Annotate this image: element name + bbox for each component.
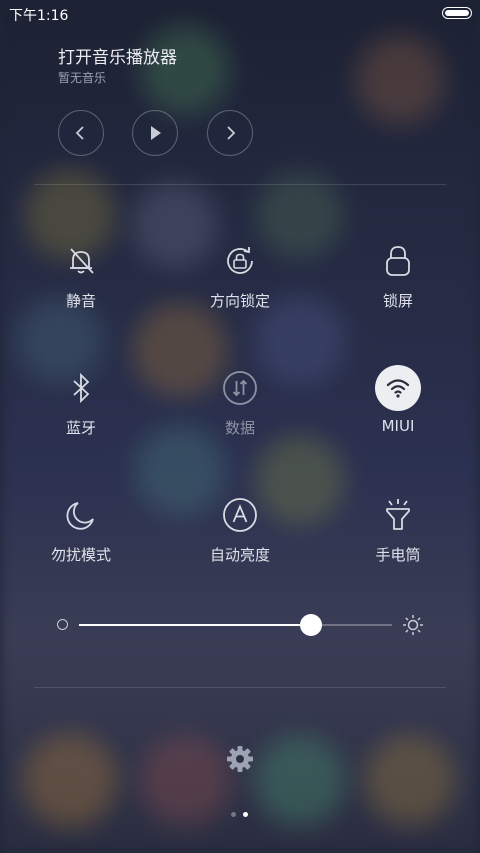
toggle-rotation-lock[interactable]: 方向锁定 (180, 238, 300, 328)
flashlight-icon (375, 492, 421, 538)
toggle-wifi[interactable]: MIUI (338, 365, 458, 455)
bell-mute-icon (58, 238, 104, 284)
page-indicator-1 (231, 812, 236, 817)
status-bar: 下午1:16 (0, 0, 480, 28)
toggle-label: MIUI (381, 417, 415, 435)
brightness-high-icon (403, 615, 423, 635)
divider-top (34, 184, 446, 185)
gear-icon[interactable] (225, 744, 255, 774)
next-icon (227, 126, 236, 140)
moon-icon (58, 492, 104, 538)
brightness-low-icon (57, 619, 68, 630)
toggle-auto-brightness[interactable]: 自动亮度 (180, 492, 300, 582)
toggle-flashlight[interactable]: 手电筒 (338, 492, 458, 582)
toggle-label: 静音 (65, 292, 96, 310)
wifi-icon (375, 365, 421, 411)
toggle-mute[interactable]: 静音 (21, 238, 141, 328)
music-player-subtitle: 暂无音乐 (58, 71, 107, 85)
auto-brightness-icon (217, 492, 263, 538)
toggle-mobile-data[interactable]: 数据 (180, 365, 300, 455)
battery-icon (442, 7, 472, 19)
toggle-label: 手电筒 (375, 546, 421, 564)
brightness-slider[interactable] (79, 614, 392, 636)
toggle-do-not-disturb[interactable]: 勿扰模式 (21, 492, 141, 582)
music-player-title[interactable]: 打开音乐播放器 (58, 43, 177, 68)
toggle-lock-screen[interactable]: 锁屏 (338, 238, 458, 328)
toggle-label: 方向锁定 (209, 292, 270, 310)
toggle-label: 蓝牙 (65, 419, 96, 437)
next-button[interactable] (207, 110, 253, 156)
rotation-lock-icon (217, 238, 263, 284)
status-time: 下午1:16 (9, 8, 69, 24)
previous-button[interactable] (58, 110, 104, 156)
previous-icon (75, 126, 84, 140)
toggle-label: 数据 (224, 419, 255, 437)
brightness-slider-fill (79, 624, 311, 626)
toggle-label: 自动亮度 (209, 546, 270, 564)
play-icon (151, 126, 161, 140)
brightness-slider-thumb[interactable] (299, 614, 322, 636)
mobile-data-icon (217, 365, 263, 411)
page-indicator-2 (243, 812, 248, 817)
bluetooth-icon (58, 365, 104, 411)
lock-icon (375, 238, 421, 284)
play-button[interactable] (132, 110, 178, 156)
divider-bottom (34, 687, 446, 688)
toggle-bluetooth[interactable]: 蓝牙 (21, 365, 141, 455)
toggle-label: 勿扰模式 (50, 546, 111, 564)
toggle-label: 锁屏 (382, 292, 413, 310)
